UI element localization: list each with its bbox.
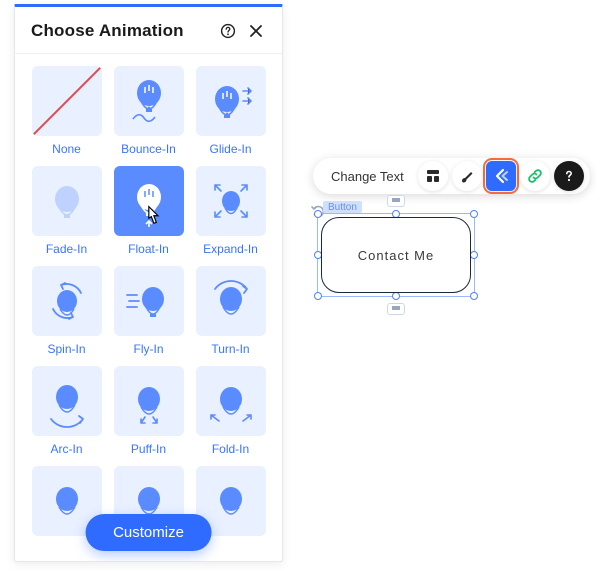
anim-thumb-arc-in [32,366,102,436]
anim-option-puff-in[interactable]: Puff-In [112,366,186,462]
help-icon[interactable] [216,19,240,43]
animation-grid-scroll[interactable]: None Bounce-In [15,54,282,561]
selected-element[interactable]: Button Contact Me [317,213,475,297]
anim-thumb-float-in [114,166,184,236]
balloon-icon [142,287,164,317]
close-icon[interactable] [244,19,268,43]
design-brush-icon[interactable] [452,161,482,191]
anim-thumb-fade-in [32,166,102,236]
anim-label: Arc-In [50,442,82,456]
anim-thumb-bounce-in [114,66,184,136]
resize-handle-bl[interactable] [314,292,322,300]
customize-button[interactable]: Customize [85,514,212,551]
resize-handle-tr[interactable] [470,210,478,218]
anim-thumb-expand-in [196,166,266,236]
balloon-icon [220,387,242,414]
balloon-icon [220,287,242,314]
anim-label: Turn-In [211,342,249,356]
layout-icon[interactable] [418,161,448,191]
panel-header: Choose Animation [15,7,282,54]
anim-option-float-in[interactable]: Float-In [112,166,186,262]
canvas-button-text: Contact Me [358,248,434,263]
glide-arrows-icon [243,88,251,104]
anim-thumb-puff-in [114,366,184,436]
help-context-icon[interactable] [554,161,584,191]
resize-handle-br[interactable] [470,292,478,300]
resize-handle-mb[interactable] [392,292,400,300]
anim-option-fly-in[interactable]: Fly-In [112,266,186,362]
resize-handle-mr[interactable] [470,251,478,259]
anim-option-fade-in[interactable]: Fade-In [30,166,104,262]
anim-option-turn-in[interactable]: Turn-In [194,266,268,362]
balloon-icon [55,186,79,218]
none-line-icon [32,66,101,135]
canvas-button-element[interactable]: Contact Me [321,217,471,293]
anim-thumb-spin-in [32,266,102,336]
anim-label: Float-In [128,242,169,256]
anim-label: Fade-In [46,242,87,256]
arc-arrow-icon [51,416,83,427]
balloon-icon [222,191,240,214]
anim-option-arc-in[interactable]: Arc-In [30,366,104,462]
element-type-badge: Button [323,201,362,213]
anim-option-glide-in[interactable]: Glide-In [194,66,268,162]
anim-thumb-glide-in [196,66,266,136]
anim-option-bounce-in[interactable]: Bounce-In [112,66,186,162]
animation-panel: Choose Animation None [14,4,283,562]
balloon-icon [215,86,239,118]
animation-grid: None Bounce-In [15,54,282,546]
element-toolbar: Change Text [313,158,590,194]
puff-arrows-icon [141,417,157,423]
change-text-button[interactable]: Change Text [321,165,414,188]
anim-label: Glide-In [209,142,251,156]
anim-option-expand-in[interactable]: Expand-In [194,166,268,262]
anim-label: Bounce-In [121,142,176,156]
cursor-pointer-icon [143,204,163,228]
bounce-trail-icon [133,115,155,122]
anim-thumb-none [32,66,102,136]
fly-trails-icon [127,295,139,307]
link-icon[interactable] [520,161,550,191]
resize-indicator-top[interactable] [387,195,405,207]
anim-label: Fly-In [134,342,164,356]
resize-indicator-bottom[interactable] [387,303,405,315]
balloon-icon [138,387,160,414]
resize-handle-tl[interactable] [314,210,322,218]
anim-label: Puff-In [131,442,166,456]
anim-label: Spin-In [47,342,85,356]
anim-option-none[interactable]: None [30,66,104,162]
animation-icon[interactable] [486,161,516,191]
anim-label: None [52,142,81,156]
balloon-icon [57,290,77,315]
anim-option-fold-in[interactable]: Fold-In [194,366,268,462]
anim-thumb-fold-in [196,366,266,436]
anim-thumb-turn-in [196,266,266,336]
balloon-icon [56,385,78,412]
anim-thumb-fly-in [114,266,184,336]
fold-arrows-icon [211,415,251,421]
anim-label: Expand-In [203,242,258,256]
anim-label: Fold-In [212,442,249,456]
panel-title: Choose Animation [31,21,212,41]
balloon-icon [137,80,161,112]
anim-option-spin-in[interactable]: Spin-In [30,266,104,362]
